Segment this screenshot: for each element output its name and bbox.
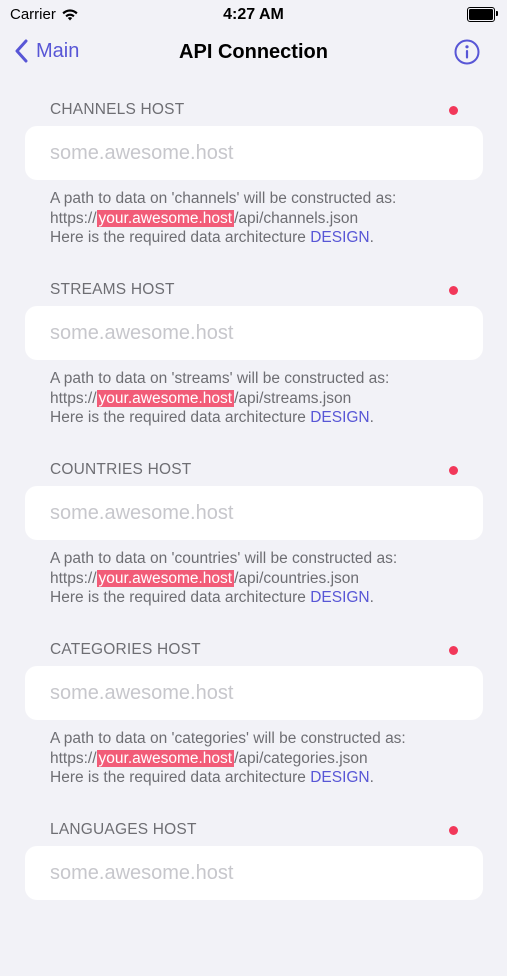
footer-line: A path to data on 'countries' will be co…: [50, 550, 398, 567]
footer-period: .: [369, 409, 374, 426]
page-title: API Connection: [179, 41, 328, 63]
footer-period: .: [369, 229, 374, 246]
battery-nub: [496, 11, 498, 16]
footer-url-line: https://your.awesome.host/api/streams.js…: [50, 389, 389, 409]
footer-text: Here is the required data architecture: [50, 769, 311, 786]
footer-text: Here is the required data architecture: [50, 589, 311, 606]
settings-list: CHANNELS HOST A path to data on 'channel…: [0, 76, 507, 976]
required-indicator: [449, 466, 458, 475]
streams-host-input[interactable]: [25, 306, 483, 360]
status-bar: Carrier 4:27 AM: [0, 0, 507, 30]
info-icon[interactable]: [454, 39, 480, 65]
url-host-highlight: your.awesome.host: [96, 749, 235, 767]
languages-host-section: LANGUAGES HOST: [0, 796, 507, 976]
languages-host-input[interactable]: [25, 846, 483, 900]
design-link[interactable]: DESIGN: [310, 409, 369, 426]
url-host-highlight: your.awesome.host: [96, 209, 235, 227]
url-suffix: /api/categories.json: [234, 749, 368, 767]
footer-text: Here is the required data architecture: [50, 409, 311, 426]
countries-host-input[interactable]: [25, 486, 483, 540]
url-suffix: /api/streams.json: [234, 389, 352, 407]
footer-line: A path to data on 'channels' will be con…: [50, 190, 397, 207]
url-suffix: /api/channels.json: [234, 209, 359, 227]
battery-fill: [469, 9, 493, 20]
required-indicator: [449, 826, 458, 835]
countries-host-section: COUNTRIES HOST A path to data on 'countr…: [0, 436, 507, 616]
section-header: CATEGORIES HOST: [50, 641, 201, 658]
url-prefix: https://: [50, 749, 97, 767]
footer-period: .: [369, 589, 374, 606]
section-header: STREAMS HOST: [50, 281, 175, 298]
section-header: CHANNELS HOST: [50, 101, 185, 118]
footer-line: A path to data on 'streams' will be cons…: [50, 370, 390, 387]
footer-url-line: https://your.awesome.host/api/countries.…: [50, 569, 397, 589]
categories-host-section: CATEGORIES HOST A path to data on 'categ…: [0, 616, 507, 796]
section-footer: A path to data on 'countries' will be co…: [50, 549, 397, 608]
footer-design-line: Here is the required data architecture D…: [50, 588, 397, 608]
required-indicator: [449, 106, 458, 115]
section-footer: A path to data on 'categories' will be c…: [50, 729, 406, 788]
status-time: 4:27 AM: [223, 6, 284, 23]
url-prefix: https://: [50, 209, 97, 227]
section-header: COUNTRIES HOST: [50, 461, 192, 478]
categories-host-input[interactable]: [25, 666, 483, 720]
channels-host-input[interactable]: [25, 126, 483, 180]
section-footer: A path to data on 'channels' will be con…: [50, 189, 396, 248]
footer-url-line: https://your.awesome.host/api/channels.j…: [50, 209, 396, 229]
channels-host-section: CHANNELS HOST A path to data on 'channel…: [0, 76, 507, 256]
url-prefix: https://: [50, 389, 97, 407]
footer-line: A path to data on 'categories' will be c…: [50, 730, 406, 747]
footer-text: Here is the required data architecture: [50, 229, 311, 246]
required-indicator: [449, 286, 458, 295]
battery-icon: [467, 7, 498, 22]
url-host-highlight: your.awesome.host: [96, 569, 235, 587]
required-indicator: [449, 646, 458, 655]
url-prefix: https://: [50, 569, 97, 587]
section-footer: A path to data on 'streams' will be cons…: [50, 369, 389, 428]
footer-url-line: https://your.awesome.host/api/categories…: [50, 749, 406, 769]
design-link[interactable]: DESIGN: [310, 589, 369, 606]
design-link[interactable]: DESIGN: [310, 769, 369, 786]
footer-period: .: [369, 769, 374, 786]
navigation-bar: Main API Connection: [0, 30, 507, 76]
footer-design-line: Here is the required data architecture D…: [50, 768, 406, 788]
section-header: LANGUAGES HOST: [50, 821, 197, 838]
footer-design-line: Here is the required data architecture D…: [50, 228, 396, 248]
footer-design-line: Here is the required data architecture D…: [50, 408, 389, 428]
streams-host-section: STREAMS HOST A path to data on 'streams'…: [0, 256, 507, 436]
url-suffix: /api/countries.json: [234, 569, 360, 587]
design-link[interactable]: DESIGN: [310, 229, 369, 246]
url-host-highlight: your.awesome.host: [96, 389, 235, 407]
